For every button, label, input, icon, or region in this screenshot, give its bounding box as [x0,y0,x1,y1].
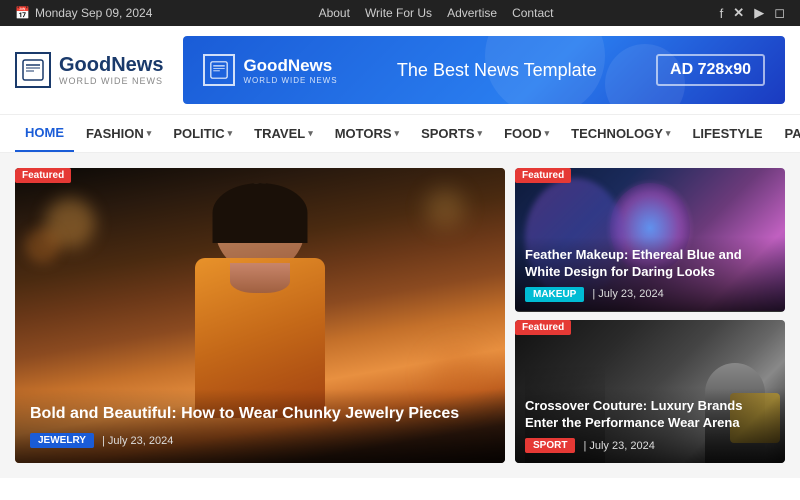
large-card-title: Bold and Beautiful: How to Wear Chunky J… [30,404,490,425]
featured-badge-large: Featured [15,168,71,183]
travel-caret: ▾ [308,128,313,139]
large-card-meta: JEWELRY | July 23, 2024 [30,433,490,448]
small-card-2-overlay: Crossover Couture: Luxury Brands Enter t… [515,388,785,463]
ad-brand-name: GoodNews [243,56,337,76]
small-card-1-title: Feather Makeup: Ethereal Blue and White … [525,247,775,281]
featured-badge-2: Featured [515,320,571,335]
facebook-icon[interactable]: f [720,6,724,21]
featured-badge-1: Featured [515,168,571,183]
small-card-1-meta: MAKEUP | July 23, 2024 [525,287,775,302]
small-card-2-date: | July 23, 2024 [583,440,654,452]
right-column: Featured Feather Makeup: Ethereal Blue a… [515,168,785,463]
about-link[interactable]: About [319,6,350,20]
small-card-2-title: Crossover Couture: Luxury Brands Enter t… [525,398,775,432]
ad-brand-sub: WORLD WIDE NEWS [243,76,337,85]
nav-lifestyle[interactable]: LIFESTYLE [682,116,772,151]
nav-home[interactable]: HOME [15,115,74,152]
large-date: | July 23, 2024 [102,435,173,447]
nav-fashion[interactable]: FASHION▾ [76,116,161,151]
top-bar-nav: About Write For Us Advertise Contact [319,6,554,20]
nav-food[interactable]: FOOD▾ [494,116,559,151]
top-bar-date-section: 📅 Monday Sep 09, 2024 [15,6,152,20]
instagram-icon[interactable]: ◻ [774,5,785,21]
logo-text: GoodNews WORLD WIDE NEWS [59,54,163,86]
date-text: Monday Sep 09, 2024 [35,6,152,20]
politic-caret: ▾ [228,128,233,139]
logo-icon [15,52,51,88]
ad-logo: GoodNews WORLD WIDE NEWS [203,54,337,86]
fashion-caret: ▾ [147,128,152,139]
social-icons: f ✕ ▶ ◻ [720,5,785,21]
large-card-overlay: Bold and Beautiful: How to Wear Chunky J… [15,389,505,463]
top-bar: 📅 Monday Sep 09, 2024 About Write For Us… [0,0,800,26]
small-card-1-overlay: Feather Makeup: Ethereal Blue and White … [515,237,785,312]
ad-brand-text: GoodNews WORLD WIDE NEWS [243,56,337,85]
sports-caret: ▾ [478,128,483,139]
write-for-us-link[interactable]: Write For Us [365,6,432,20]
motors-caret: ▾ [395,128,400,139]
nav-technology[interactable]: TECHNOLOGY▾ [561,116,680,151]
small-card-1-category[interactable]: MAKEUP [525,287,584,302]
small-card-2-meta: SPORT | July 23, 2024 [525,438,775,453]
advertise-link[interactable]: Advertise [447,6,497,20]
x-icon[interactable]: ✕ [733,5,744,21]
calendar-icon: 📅 [15,6,30,20]
nav-pages[interactable]: PAGES▾ [775,116,800,151]
ad-banner: GoodNews WORLD WIDE NEWS The Best News T… [183,36,785,104]
header: GoodNews WORLD WIDE NEWS GoodNews WORLD … [0,26,800,115]
small-card-2-category[interactable]: SPORT [525,438,575,453]
main-nav: HOME FASHION▾ POLITIC▾ TRAVEL▾ MOTORS▾ S… [0,115,800,153]
main-content: Featured Bold and Beautiful: How to Wear… [0,153,800,478]
contact-link[interactable]: Contact [512,6,553,20]
small-card-1-date: | July 23, 2024 [592,288,663,300]
youtube-icon[interactable]: ▶ [754,5,764,21]
featured-small-card-1[interactable]: Featured Feather Makeup: Ethereal Blue a… [515,168,785,312]
large-category-badge[interactable]: JEWELRY [30,433,94,448]
tech-caret: ▾ [666,128,671,139]
featured-large-card[interactable]: Featured Bold and Beautiful: How to Wear… [15,168,505,463]
nav-politic[interactable]: POLITIC▾ [163,116,242,151]
logo-title: GoodNews [59,54,163,76]
food-caret: ▾ [545,128,550,139]
featured-small-card-2[interactable]: Featured Crossover Couture: Luxury Brand… [515,320,785,464]
nav-travel[interactable]: TRAVEL▾ [244,116,323,151]
nav-motors[interactable]: MOTORS▾ [325,116,409,151]
site-logo[interactable]: GoodNews WORLD WIDE NEWS [15,52,163,88]
ad-logo-icon [203,54,235,86]
logo-subtitle: WORLD WIDE NEWS [59,76,163,86]
nav-sports[interactable]: SPORTS▾ [411,116,492,151]
